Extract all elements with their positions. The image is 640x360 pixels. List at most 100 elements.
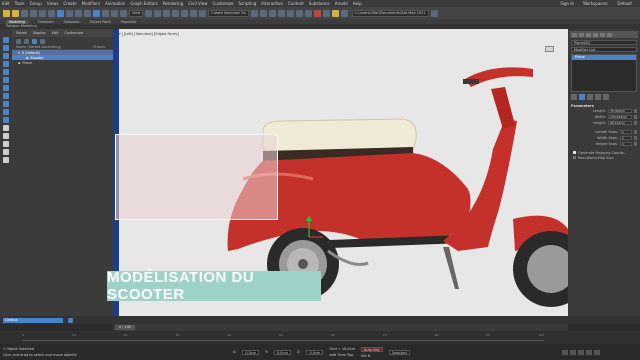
move-icon[interactable] — [93, 9, 100, 17]
add-time-tag-button[interactable]: Add Time Tag — [329, 353, 355, 357]
spinner-icon[interactable] — [634, 130, 637, 134]
y-coordinate-field[interactable]: 0,0cm — [273, 349, 291, 355]
menu-item-content[interactable]: Content — [288, 1, 304, 6]
display-helpers-icon[interactable] — [3, 77, 9, 83]
render-setup-icon[interactable] — [313, 9, 321, 17]
menu-item-customize[interactable]: Customize — [213, 1, 234, 6]
go-to-start-icon[interactable] — [562, 349, 568, 355]
create-tab-icon[interactable] — [572, 32, 577, 37]
motion-tab-icon[interactable] — [593, 32, 598, 37]
menu-item-animation[interactable]: Animation — [105, 1, 125, 6]
rectangle-select-icon[interactable] — [75, 9, 82, 17]
material-editor-icon[interactable] — [304, 9, 312, 17]
bind-space-warp-icon[interactable] — [39, 9, 46, 17]
select-all-icon[interactable] — [3, 37, 9, 43]
remove-modifier-icon[interactable] — [595, 94, 601, 100]
redo-icon[interactable] — [12, 9, 19, 17]
tab-customize[interactable]: Customize — [65, 31, 83, 35]
current-layer-dropdown[interactable]: Default — [3, 317, 63, 323]
spinner-icon[interactable] — [634, 142, 637, 146]
pivot-point-icon[interactable] — [145, 9, 153, 17]
length-input[interactable]: 75,363cm — [608, 109, 632, 113]
length-segs-input[interactable]: 1 — [620, 130, 632, 134]
layer-explorer-icon[interactable] — [268, 9, 276, 17]
sign-in-link[interactable]: Sign In — [560, 1, 574, 6]
render-production-icon[interactable] — [331, 9, 339, 17]
place-icon[interactable] — [120, 9, 127, 17]
display-bones-icon[interactable] — [3, 109, 9, 115]
select-object-icon[interactable] — [57, 9, 64, 17]
selection-set-dropdown[interactable]: Create Selection Se — [208, 9, 249, 17]
menu-item-scripting[interactable]: Scripting — [239, 1, 257, 6]
spinner-snap-icon[interactable] — [190, 9, 198, 17]
menu-item-substance[interactable]: Substance — [309, 1, 330, 6]
real-world-map-checkbox[interactable]: Real-World Map Size — [568, 155, 640, 160]
display-invert-icon[interactable] — [3, 157, 9, 163]
spinner-icon[interactable] — [634, 115, 637, 119]
menu-item-group[interactable]: Group — [30, 1, 42, 6]
column-name[interactable]: Name (Sorted Ascending) — [16, 45, 61, 49]
menu-item-edit[interactable]: Edit — [2, 1, 10, 6]
tab-populate[interactable]: Populate — [121, 20, 136, 24]
menu-item-tools[interactable]: Tools — [15, 1, 25, 6]
modifier-list-dropdown[interactable]: Modifier List — [571, 47, 637, 52]
tab-select[interactable]: Select — [16, 31, 27, 35]
auto-key-button[interactable]: Auto Key — [361, 346, 383, 352]
reference-coordinate-dropdown[interactable]: View — [129, 9, 144, 17]
menu-item-arnold[interactable]: Arnold — [335, 1, 348, 6]
z-coordinate-field[interactable]: 0,0cm — [306, 349, 324, 355]
percent-snap-icon[interactable] — [181, 9, 189, 17]
keyboard-shortcut-override-icon[interactable] — [154, 9, 162, 17]
tab-selection[interactable]: Selection — [64, 20, 80, 24]
tab-edit[interactable]: Edit — [52, 31, 59, 35]
layer-toggle-icon[interactable] — [68, 317, 73, 323]
previous-frame-icon[interactable] — [570, 349, 576, 355]
menu-item-interactive[interactable]: Interactive — [261, 1, 283, 6]
go-to-end-icon[interactable] — [594, 349, 600, 355]
mirror-icon[interactable] — [250, 9, 258, 17]
filter-icon[interactable] — [16, 38, 21, 44]
tab-modeling[interactable]: Modeling — [6, 19, 28, 24]
stack-item-plane[interactable]: Plane — [572, 55, 636, 60]
hierarchy-tab-icon[interactable] — [586, 32, 591, 37]
key-filter-dropdown[interactable]: Selected — [388, 349, 410, 355]
display-xrefs-icon[interactable] — [3, 101, 9, 107]
menu-item-views[interactable]: Views — [47, 1, 59, 6]
unlink-icon[interactable] — [30, 9, 37, 17]
align-icon[interactable] — [259, 9, 267, 17]
select-by-name-icon[interactable] — [66, 9, 73, 17]
display-space-warps-icon[interactable] — [3, 85, 9, 91]
schematic-view-icon[interactable] — [295, 9, 303, 17]
spinner-icon[interactable] — [634, 109, 637, 113]
menu-item-civil-view[interactable]: Civil View — [188, 1, 207, 6]
tab-display[interactable]: Display — [33, 31, 46, 35]
display-lights-icon[interactable] — [3, 61, 9, 67]
utilities-tab-icon[interactable] — [607, 32, 612, 37]
height-input[interactable]: 90,143cm — [608, 121, 632, 125]
selection-filter-icon[interactable] — [48, 9, 55, 17]
display-cameras-icon[interactable] — [3, 69, 9, 75]
link-icon[interactable] — [21, 9, 28, 17]
project-path-field[interactable]: C:\Users\Vitor\Documents\3ds Max 2021 — [351, 9, 429, 17]
display-hidden-icon[interactable] — [3, 133, 9, 139]
display-tab-icon[interactable] — [600, 32, 605, 37]
display-containers-icon[interactable] — [3, 117, 9, 123]
configure-modifier-sets-icon[interactable] — [603, 94, 609, 100]
pin-stack-icon[interactable] — [571, 94, 577, 100]
set-key-button[interactable]: Set K. — [361, 354, 383, 358]
find-icon[interactable] — [40, 38, 45, 44]
snaps-toggle-icon[interactable] — [163, 9, 171, 17]
display-groups-icon[interactable] — [3, 93, 9, 99]
selected-plane[interactable] — [115, 134, 278, 220]
display-frozen-icon[interactable] — [3, 125, 9, 131]
column-frozen[interactable]: Frozen — [94, 45, 105, 49]
folder-icon[interactable] — [340, 9, 348, 17]
height-segs-input[interactable]: 1 — [620, 142, 632, 146]
scale-icon[interactable] — [111, 9, 118, 17]
modify-tab-icon[interactable] — [579, 32, 584, 37]
edit-named-selection-icon[interactable] — [199, 9, 207, 17]
rotate-icon[interactable] — [102, 9, 109, 17]
x-coordinate-field[interactable]: 0,0cm — [242, 349, 260, 355]
curve-editor-icon[interactable] — [286, 9, 294, 17]
menu-item-rendering[interactable]: Rendering — [163, 1, 183, 6]
